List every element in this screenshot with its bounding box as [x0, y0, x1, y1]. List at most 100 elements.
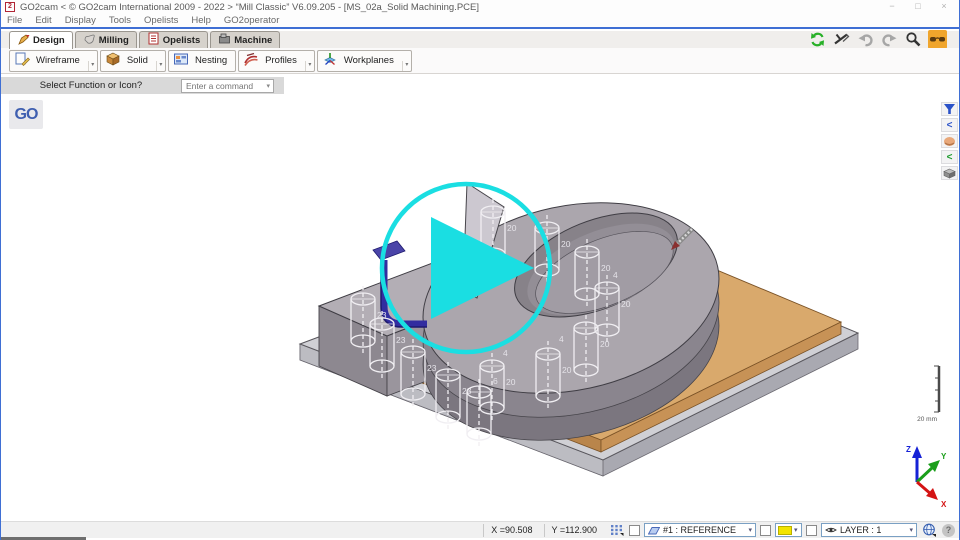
menu-tools[interactable]: Tools: [109, 15, 131, 26]
layer-select[interactable]: LAYER : 1 ▾: [821, 523, 917, 537]
command-prompt-label: Select Function or Icon?: [1, 80, 181, 91]
zoom-icon[interactable]: [904, 30, 923, 49]
menu-file[interactable]: File: [7, 15, 22, 26]
select-chevron-icon: ▾: [909, 526, 913, 534]
profiles-button[interactable]: Profiles ▾: [238, 50, 315, 72]
nesting-icon: [169, 51, 189, 70]
dropdown-chevron-icon[interactable]: ▾: [402, 61, 411, 71]
tab-machine[interactable]: Machine: [210, 31, 280, 48]
wireframe-button[interactable]: Wireframe ▾: [9, 50, 98, 72]
svg-text:20: 20: [601, 263, 611, 273]
tab-opelists-label: Opelists: [163, 35, 201, 46]
help-icon[interactable]: ?: [942, 524, 955, 537]
menu-bar: File Edit Display Tools Opelists Help GO…: [1, 14, 959, 27]
regenerate-icon[interactable]: [808, 30, 827, 49]
maximize-button[interactable]: □: [905, 0, 931, 13]
milling-tab-icon: [83, 32, 96, 48]
simulation-glasses-icon[interactable]: [928, 30, 947, 49]
tab-design-label: Design: [33, 35, 65, 46]
command-input[interactable]: [182, 81, 266, 91]
axis-y-label: Y: [941, 452, 947, 461]
menu-edit[interactable]: Edit: [35, 15, 51, 26]
scale-ruler: [934, 366, 939, 412]
reference-plane-select[interactable]: #1 : REFERENCE ▾: [644, 523, 756, 537]
color-picker-button[interactable]: ▾: [775, 523, 802, 537]
svg-text:6: 6: [493, 376, 498, 386]
title-bar: 2 GO2cam < © GO2cam International 2009 -…: [1, 0, 959, 14]
nesting-button[interactable]: Nesting: [168, 50, 236, 72]
command-bar: Select Function or Icon? ▾: [1, 77, 284, 94]
machine-tab-icon: [218, 32, 231, 48]
diameter-annotation: 4: [559, 334, 564, 344]
layer-eye-icon: [825, 526, 837, 534]
opelists-tab-icon: [147, 32, 160, 48]
minimize-button[interactable]: −: [879, 0, 905, 13]
x-coordinate: X =90.508: [483, 524, 539, 537]
layer-value: LAYER : 1: [840, 525, 881, 535]
solid-view-icon[interactable]: [941, 134, 958, 148]
reference-plane-value: #1 : REFERENCE: [663, 525, 736, 535]
tab-milling-label: Milling: [99, 35, 129, 46]
select-chevron-icon: ▾: [748, 526, 752, 534]
menu-display[interactable]: Display: [65, 15, 96, 26]
solid-label: Solid: [121, 55, 156, 66]
svg-text:23: 23: [427, 363, 437, 373]
tab-design[interactable]: Design: [9, 31, 73, 49]
workplanes-icon: [318, 51, 338, 70]
axis-triad: Z Y X: [906, 445, 947, 509]
menu-go2operator[interactable]: GO2operator: [224, 15, 279, 26]
profiles-icon: [239, 51, 259, 70]
grid-snap-icon[interactable]: [608, 523, 625, 538]
accent-divider: [1, 27, 959, 29]
nesting-label: Nesting: [189, 55, 235, 66]
undo-icon[interactable]: [856, 30, 875, 49]
filter-icon[interactable]: [941, 102, 958, 116]
design-tab-icon: [17, 33, 30, 49]
window-title: GO2cam < © GO2cam International 2009 - 2…: [20, 2, 479, 13]
solid-icon: [101, 51, 121, 70]
dropdown-chevron-icon[interactable]: ▾: [156, 61, 165, 71]
tab-machine-label: Machine: [234, 35, 272, 46]
tab-opelists[interactable]: Opelists: [139, 31, 209, 48]
play-button[interactable]: [378, 180, 555, 357]
page-back-icon[interactable]: <: [941, 118, 958, 132]
viewport-3d[interactable]: GO: [1, 94, 959, 521]
quick-access-row1: [808, 30, 947, 49]
close-button[interactable]: ×: [931, 0, 957, 13]
redo-icon[interactable]: [880, 30, 899, 49]
diameter-annotation: 4: [613, 270, 618, 280]
menu-opelists[interactable]: Opelists: [144, 15, 178, 26]
plane-checkbox[interactable]: [760, 525, 771, 536]
svg-text:20: 20: [562, 365, 572, 375]
scale-label: 20 mm: [917, 416, 937, 423]
color-checkbox[interactable]: [806, 525, 817, 536]
dropdown-chevron-icon[interactable]: ▾: [88, 61, 97, 71]
status-bar: X =90.508 Y =112.900 #1 : REFERENCE ▾ ▾ …: [1, 521, 959, 538]
color-swatch: [778, 526, 792, 535]
tab-milling[interactable]: Milling: [75, 31, 137, 48]
y-coordinate: Y =112.900: [544, 524, 604, 537]
command-combobox[interactable]: ▾: [181, 79, 274, 93]
stock-view-icon[interactable]: [941, 166, 958, 180]
combo-chevron-icon: ▾: [266, 82, 273, 90]
dropdown-chevron-icon[interactable]: ▾: [305, 61, 314, 71]
go2cam-window: 2 GO2cam < © GO2cam International 2009 -…: [0, 0, 960, 540]
step-back-icon[interactable]: <: [941, 150, 958, 164]
workplanes-button[interactable]: Workplanes ▾: [317, 50, 412, 72]
profiles-label: Profiles: [259, 55, 305, 66]
svg-text:20: 20: [561, 239, 571, 249]
menu-help[interactable]: Help: [191, 15, 211, 26]
wireframe-icon: [10, 51, 30, 70]
plane-icon: [648, 526, 660, 535]
go2cam-app-icon: 2: [5, 2, 15, 12]
grid-checkbox[interactable]: [629, 525, 640, 536]
world-view-icon[interactable]: [921, 523, 938, 538]
svg-text:20: 20: [621, 299, 631, 309]
swatch-chevron-icon: ▾: [794, 526, 798, 534]
caliper-icon[interactable]: [832, 30, 851, 49]
solid-button[interactable]: Solid ▾: [100, 50, 166, 72]
svg-text:20: 20: [600, 339, 610, 349]
ribbon-toolbar: Wireframe ▾ Solid ▾ Nesting Profiles ▾ W…: [1, 48, 959, 74]
wireframe-label: Wireframe: [30, 55, 88, 66]
axis-z-label: Z: [906, 445, 911, 454]
